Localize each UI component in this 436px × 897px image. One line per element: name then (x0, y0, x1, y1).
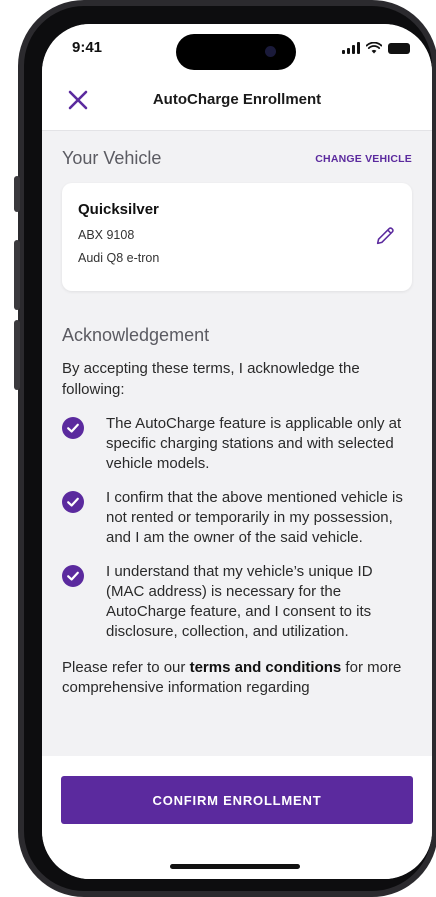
signal-icon (342, 42, 360, 54)
status-bar: 9:41 (42, 24, 432, 74)
nav-header: AutoCharge Enrollment (42, 74, 432, 131)
list-item: I understand that my vehicle’s unique ID… (62, 562, 412, 642)
status-icons (342, 40, 410, 54)
list-item: I confirm that the above mentioned vehic… (62, 488, 412, 548)
screen: 9:41 AutoCharge Enrollment Your Vehicle … (42, 24, 432, 879)
acknowledgement-item-text: The AutoCharge feature is applicable onl… (106, 415, 402, 472)
content-scroll[interactable]: Your Vehicle CHANGE VEHICLE Quicksilver … (42, 130, 432, 760)
acknowledgement-title: Acknowledgement (62, 325, 210, 345)
vehicle-section-header: Your Vehicle CHANGE VEHICLE (62, 148, 412, 169)
side-button (14, 320, 20, 390)
vehicle-section-title: Your Vehicle (62, 148, 162, 168)
home-indicator[interactable] (170, 864, 300, 869)
terms-note: Please refer to our terms and conditions… (62, 658, 412, 698)
vehicle-model: Audi Q8 e-tron (78, 251, 160, 265)
vehicle-name: Quicksilver (78, 201, 159, 218)
side-button (14, 176, 20, 212)
terms-and-conditions-link[interactable]: terms and conditions (190, 659, 342, 676)
checkmark-icon (62, 565, 84, 587)
acknowledgement-item-text: I understand that my vehicle’s unique ID… (106, 563, 373, 640)
acknowledgement-list: The AutoCharge feature is applicable onl… (62, 414, 412, 642)
camera-icon (265, 46, 276, 57)
vehicle-card: Quicksilver ABX 9108 Audi Q8 e-tron (62, 183, 412, 291)
confirm-enrollment-button[interactable]: CONFIRM ENROLLMENT (61, 776, 413, 824)
page-title: AutoCharge Enrollment (152, 91, 322, 108)
status-time: 9:41 (72, 39, 103, 56)
checkmark-icon (62, 417, 84, 439)
bottom-action-panel: CONFIRM ENROLLMENT (42, 756, 432, 879)
dynamic-island (176, 34, 296, 70)
change-vehicle-link[interactable]: CHANGE VEHICLE (315, 153, 412, 165)
list-item: The AutoCharge feature is applicable onl… (62, 414, 412, 474)
side-button (14, 240, 20, 310)
terms-note-prefix: Please refer to our (62, 659, 190, 676)
acknowledgement-intro: By accepting these terms, I acknowledge … (62, 360, 360, 398)
acknowledgement-item-text: I confirm that the above mentioned vehic… (106, 489, 403, 546)
battery-icon (388, 43, 410, 54)
wifi-icon (366, 42, 382, 54)
vehicle-plate: ABX 9108 (78, 228, 135, 242)
checkmark-icon (62, 491, 84, 513)
pencil-icon[interactable] (374, 225, 396, 247)
